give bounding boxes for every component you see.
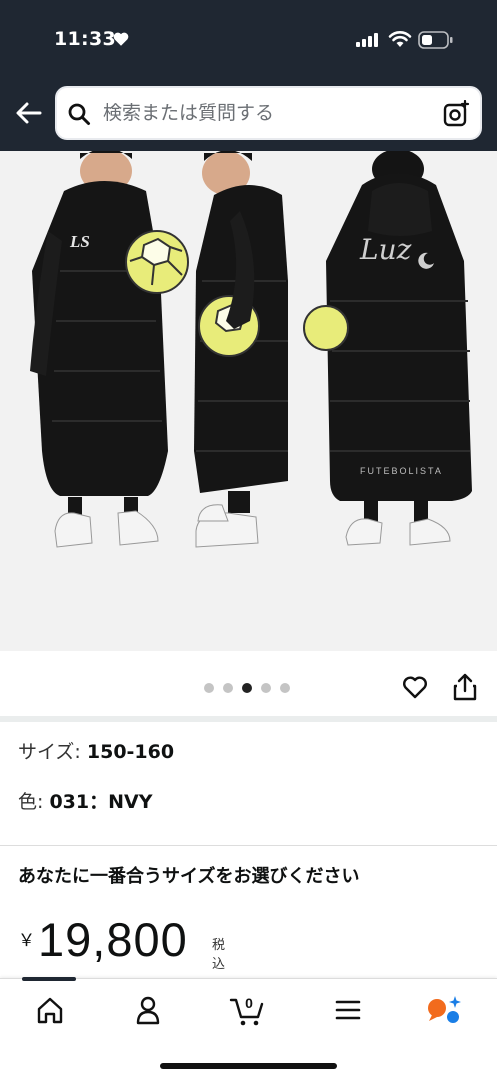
carousel-dot[interactable]	[204, 683, 214, 693]
carousel-dot[interactable]	[242, 683, 252, 693]
child-front-figure: LS	[30, 151, 189, 548]
carousel-dot[interactable]	[280, 683, 290, 693]
share-icon[interactable]	[452, 672, 478, 702]
color-label: 色:	[18, 791, 44, 813]
ai-assistant-icon[interactable]	[424, 993, 464, 1027]
carousel-indicator[interactable]	[204, 683, 290, 693]
battery-icon	[418, 31, 453, 49]
child-side-figure	[194, 151, 288, 548]
color-value: 031：NVY	[49, 791, 153, 813]
size-value: 150-160	[86, 741, 175, 763]
cellular-signal-icon	[356, 33, 378, 47]
menu-icon[interactable]	[328, 993, 368, 1027]
cart-icon[interactable]: 0	[228, 993, 268, 1027]
currency-symbol: ￥	[18, 931, 35, 951]
top-header: 11:33	[0, 0, 497, 151]
product-photo-illustration: LS Luz FUTEBOLISTA	[30, 151, 472, 548]
home-indicator	[160, 1063, 337, 1069]
search-icon	[68, 103, 90, 125]
divider-line	[0, 845, 497, 846]
status-bar: 11:33	[0, 0, 497, 80]
color-row[interactable]: 色: 031：NVY	[18, 787, 152, 814]
size-fit-prompt[interactable]: あなたに一番合うサイズをお選びください	[18, 862, 359, 888]
search-input[interactable]	[103, 98, 423, 128]
size-row[interactable]: サイズ: 150-160	[18, 737, 174, 764]
account-icon[interactable]	[128, 993, 168, 1027]
child-back-figure: Luz FUTEBOLISTA	[303, 151, 472, 546]
wifi-icon	[388, 31, 412, 47]
jacket-hem-text: FUTEBOLISTA	[360, 466, 443, 476]
active-tab-indicator	[22, 977, 76, 981]
back-arrow-icon[interactable]	[14, 98, 44, 128]
carousel-dot[interactable]	[261, 683, 271, 693]
carousel-dot[interactable]	[223, 683, 233, 693]
camera-search-icon[interactable]	[442, 100, 470, 128]
search-bar[interactable]	[55, 86, 482, 140]
price-amount: 19,800	[38, 913, 188, 966]
product-image[interactable]: LS Luz FUTEBOLISTA	[0, 151, 497, 651]
cart-count: 0	[245, 995, 253, 1011]
tax-note: 税込	[212, 938, 226, 972]
home-icon[interactable]	[30, 993, 70, 1027]
heart-icon[interactable]	[401, 673, 429, 701]
heart-status-icon	[113, 32, 129, 46]
status-time: 11:33	[54, 28, 116, 50]
size-label: サイズ:	[18, 741, 81, 763]
jacket-logo-text: LS	[69, 232, 90, 251]
section-divider	[0, 716, 497, 722]
jacket-back-text: Luz	[359, 233, 412, 266]
